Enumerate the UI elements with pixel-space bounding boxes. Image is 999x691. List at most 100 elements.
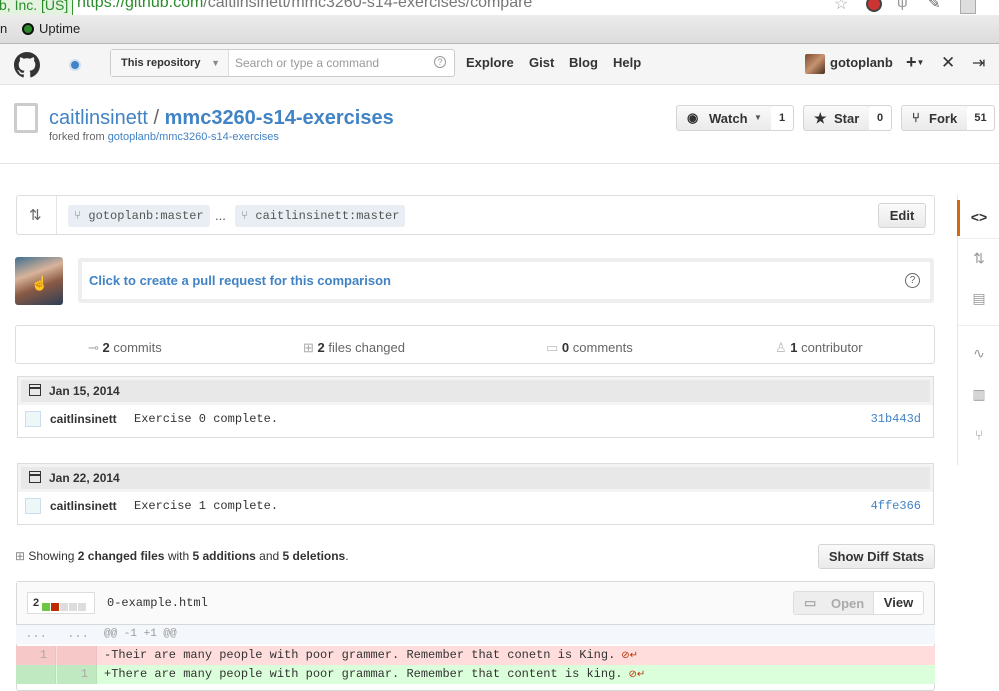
stat-comments[interactable]: ▭ 0 comments [546,340,633,356]
fork-button[interactable]: ⑂ Fork [901,105,968,131]
file-name[interactable]: 0-example.html [107,596,208,610]
nav-help[interactable]: Help [613,55,641,70]
stat-contributors[interactable]: ♙ 1 contributor [775,340,863,356]
code-icon[interactable]: <> [958,209,999,225]
url-path: /caitlinsinett/mmc3260-s14-exercises/com… [203,0,533,11]
search-input[interactable]: Search or type a command [235,56,379,70]
commit-author[interactable]: caitlinsinett [50,412,117,426]
repo-owner-link[interactable]: caitlinsinett [49,107,148,129]
watch-button[interactable]: ◉ Watch ▼ [676,105,772,131]
commit-group: Jan 15, 2014 caitlinsinett Exercise 0 co… [17,376,934,438]
create-pull-request-prompt[interactable]: Click to create a pull request for this … [78,258,934,303]
extension-icon[interactable] [866,0,882,12]
diffstat-count: 2 [33,597,40,609]
browser-url-bar[interactable]: b, Inc. [US] https://github.com/caitlins… [0,0,999,15]
range-dots: ... [215,208,226,223]
stat-commits[interactable]: ⊸ 2 commits [88,340,162,356]
bookmark-uptime[interactable]: Uptime [22,21,80,36]
commit-author-avatar[interactable] [25,411,41,427]
diff-deletion-line: 1 -Their are many people with poor gramm… [16,646,935,665]
search-box[interactable]: This repository ▼ Search or type a comman… [110,49,455,77]
help-icon[interactable]: ? [434,56,446,68]
divider [958,325,999,326]
line-number-new[interactable]: 1 [57,665,97,684]
search-scope-dropdown[interactable]: This repository ▼ [111,50,229,76]
bookmarks-bar: n Uptime [0,15,999,44]
commit-date-label: Jan 22, 2014 [49,471,120,485]
base-branch-label: gotoplanb:master [88,209,204,223]
view-button[interactable]: View [873,591,924,615]
summary-suffix: . [345,549,349,563]
watch-count[interactable]: 1 [771,105,794,131]
commit-sha[interactable]: 31b443d [871,412,921,426]
settings-tools-icon[interactable]: ✕ [941,53,955,73]
base-branch[interactable]: ⑂ gotoplanb:master [68,205,210,227]
create-pull-request-link[interactable]: Click to create a pull request for this … [89,273,391,288]
commit-sha[interactable]: 4ffe366 [871,499,921,513]
file-diff-icon: ⊞ [303,340,314,355]
wrench-icon[interactable]: ✎ [928,0,941,12]
commit-message[interactable]: Exercise 0 complete. [134,412,278,426]
ev-certificate-badge[interactable]: b, Inc. [US] [0,0,74,15]
no-newline-icon: ⊘↵ [622,670,646,681]
files-count: 2 [317,340,325,355]
pull-request-icon[interactable]: ⇅ [958,250,999,267]
star-button[interactable]: ★ Star [803,105,870,131]
head-branch[interactable]: ⑂ caitlinsinett:master [235,205,406,227]
notifications-icon[interactable] [69,59,81,71]
pulse-icon[interactable]: ∿ [958,345,999,362]
star-label: Star [834,111,860,126]
hunk-expand-left[interactable]: ... [16,625,56,644]
bookmark-item[interactable]: n [0,21,7,36]
wiki-icon[interactable]: ▤ [958,290,999,307]
url-text[interactable]: https://github.com/caitlinsinett/mmc3260… [77,0,532,12]
user-avatar[interactable] [805,54,825,74]
extension-icon-2[interactable]: ψ [897,0,908,11]
nav-blog[interactable]: Blog [569,55,598,70]
chevron-down-icon: ▼ [211,58,220,68]
line-number-old[interactable] [16,665,56,684]
file-diff-icon: ⊞ [15,549,26,563]
diff-summary: ⊞ Showing 2 changed files with 5 additio… [15,549,349,563]
eye-icon: ◉ [687,110,699,125]
summary-text: and [255,549,283,563]
sign-out-icon[interactable]: ⇥ [972,53,985,73]
username-link[interactable]: gotoplanb [830,55,893,70]
chevron-down-icon: ▼ [916,58,925,67]
diffstat-box[interactable]: 2 [27,592,95,614]
summary-files[interactable]: 2 changed files [78,549,165,563]
line-number-old[interactable]: 1 [16,646,56,665]
graphs-icon[interactable]: ▥ [958,386,999,403]
repo-nav-sidebar: <> ⇅ ▤ ∿ ▥ ⑂ [957,195,999,465]
branch-icon: ⑂ [74,209,82,223]
nav-explore[interactable]: Explore [466,55,514,70]
nav-gist[interactable]: Gist [529,55,554,70]
branch-icon: ⑂ [241,209,249,223]
create-new-button[interactable]: +▼ [906,52,924,73]
network-icon[interactable]: ⑂ [958,427,999,443]
commit-author[interactable]: caitlinsinett [50,499,117,513]
edit-button[interactable]: Edit [878,203,926,228]
deleted-code: -Their are many people with poor grammer… [104,646,638,666]
github-logo-icon[interactable] [14,52,40,78]
commit-group: Jan 22, 2014 caitlinsinett Exercise 1 co… [17,463,934,525]
repo-name-link[interactable]: mmc3260-s14-exercises [165,107,394,129]
help-icon[interactable]: ? [905,273,920,288]
comment-icon: ▭ [546,340,559,355]
star-count[interactable]: 0 [869,105,892,131]
open-button[interactable]: ▭ Open [793,591,874,615]
stat-files-changed[interactable]: ⊞ 2 files changed [303,340,405,356]
show-diff-stats-button[interactable]: Show Diff Stats [818,544,935,569]
commit-author-avatar[interactable] [25,498,41,514]
chevron-down-icon: ▼ [754,113,762,122]
compare-range-bar: ⇅ ⑂ gotoplanb:master ... ⑂ caitlinsinett… [16,195,935,235]
summary-deletions: 5 deletions [282,549,346,563]
line-number-new[interactable] [57,646,97,665]
hunk-expand-right[interactable]: ... [58,625,98,644]
plus-icon: + [906,52,917,72]
commit-message[interactable]: Exercise 1 complete. [134,499,278,513]
extension-icon-3[interactable] [960,0,976,14]
bookmark-star-icon[interactable]: ☆ [834,0,848,14]
fork-count[interactable]: 51 [967,105,995,131]
forked-from-link[interactable]: gotoplanb/mmc3260-s14-exercises [108,131,279,143]
